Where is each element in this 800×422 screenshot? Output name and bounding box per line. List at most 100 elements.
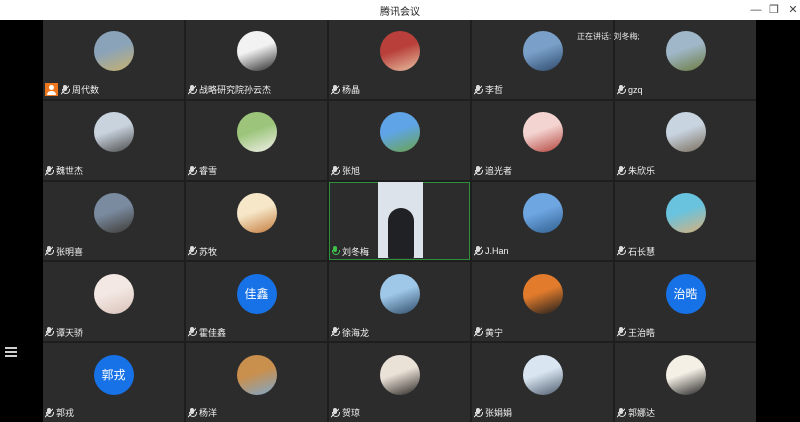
maximize-icon[interactable]: ❐	[766, 2, 782, 18]
mic-muted-icon	[474, 246, 483, 257]
participant-label: 杨洋	[188, 406, 217, 420]
participant-label: 睿雪	[188, 164, 217, 178]
participant-tile[interactable]: 徐海龙	[329, 262, 470, 342]
mic-muted-icon	[617, 165, 626, 176]
participant-tile[interactable]: 张娟娟	[472, 343, 613, 422]
participant-label: J.Han	[474, 244, 509, 258]
participant-name: 周代数	[72, 85, 100, 96]
participant-name: 郭戎	[56, 408, 75, 419]
participant-label: gzq	[617, 83, 643, 97]
avatar	[379, 31, 420, 72]
participant-name: 贺琼	[342, 408, 361, 419]
avatar: 佳鑫	[236, 273, 277, 314]
host-icon	[45, 83, 58, 97]
participant-label: 石长慧	[617, 244, 655, 258]
participant-tile[interactable]: J.Han	[472, 181, 613, 261]
participant-name: 徐海龙	[342, 327, 370, 338]
participant-tile[interactable]: 魏世杰	[43, 100, 184, 180]
participant-label: 黄宁	[474, 325, 503, 339]
avatar	[236, 354, 277, 395]
participant-name: gzq	[628, 84, 643, 95]
participant-label: 朱欣乐	[617, 164, 655, 178]
avatar	[379, 354, 420, 395]
participant-tile[interactable]: 黄宁	[472, 262, 613, 342]
participant-label: 张明喜	[45, 244, 83, 258]
participant-name: 王治晧	[628, 327, 656, 338]
avatar	[665, 192, 706, 233]
mic-muted-icon	[331, 165, 340, 176]
participant-video	[377, 181, 423, 259]
participant-tile[interactable]: 治晧王治晧	[615, 262, 756, 342]
participant-tile[interactable]: 睿雪	[186, 100, 327, 180]
avatar	[522, 31, 563, 72]
mic-muted-icon	[45, 407, 54, 418]
participant-tile[interactable]: 佳鑫霍佳鑫	[186, 262, 327, 342]
avatar	[522, 273, 563, 314]
participant-tile[interactable]: 杨晶	[329, 20, 470, 99]
mic-muted-icon	[45, 246, 54, 257]
participant-label: 战略研究院孙云杰	[188, 83, 271, 97]
participant-label: 贺琼	[331, 406, 360, 420]
participant-name: 朱欣乐	[628, 166, 656, 177]
participant-tile[interactable]: 战略研究院孙云杰	[186, 20, 327, 99]
close-icon[interactable]: ✕	[785, 2, 800, 18]
speaking-indicator: 正在讲话: 刘冬梅;	[577, 32, 640, 41]
participant-tile[interactable]: 郭娜达	[615, 343, 756, 422]
participant-label: 郭戎	[45, 406, 74, 420]
mic-muted-icon	[188, 246, 197, 257]
mic-muted-icon	[188, 165, 197, 176]
mic-muted-icon	[617, 246, 626, 257]
mic-muted-icon	[617, 407, 626, 418]
participant-tile[interactable]: 杨洋	[186, 343, 327, 422]
avatar	[93, 273, 134, 314]
participant-name: 张娟娟	[485, 408, 513, 419]
minimize-icon[interactable]: —	[748, 2, 764, 18]
participant-name: 杨洋	[199, 408, 218, 419]
video-person	[387, 207, 414, 259]
participant-name: 石长慧	[628, 246, 656, 257]
participant-name: 张明喜	[56, 246, 84, 257]
participant-tile[interactable]: 石长慧	[615, 181, 756, 261]
participant-tile[interactable]: 谭天骄	[43, 262, 184, 342]
avatar	[665, 31, 706, 72]
participant-tile[interactable]: 贺琼	[329, 343, 470, 422]
participant-name: 李哲	[485, 85, 504, 96]
participant-name: 张旭	[342, 166, 361, 177]
avatar: 治晧	[665, 273, 706, 314]
avatar	[236, 192, 277, 233]
participant-label: 谭天骄	[45, 325, 83, 339]
mic-muted-icon	[188, 327, 197, 338]
participant-name: 霍佳鑫	[199, 327, 227, 338]
avatar	[236, 31, 277, 72]
participant-tile[interactable]: 朱欣乐	[615, 100, 756, 180]
title-bar: 腾讯会议 — ❐ ✕	[0, 0, 800, 20]
participant-label: 杨晶	[331, 83, 360, 97]
participant-tile[interactable]: 苏牧	[186, 181, 327, 261]
participant-tile[interactable]: 追光者	[472, 100, 613, 180]
mic-muted-icon	[617, 84, 626, 95]
mic-muted-icon	[474, 84, 483, 95]
participant-grid: 周代数 战略研究院孙云杰 杨晶 李哲 gzq 魏世杰 睿雪 张旭 追光者 朱欣乐张明喜 苏牧 刘冬梅 J…	[43, 20, 756, 422]
avatar	[93, 192, 134, 233]
participant-name: 苏牧	[199, 246, 218, 257]
participant-name: 战略研究院孙云杰	[199, 85, 272, 96]
menu-icon[interactable]	[5, 347, 17, 357]
participant-name: 谭天骄	[56, 327, 84, 338]
meeting-window: 腾讯会议 — ❐ ✕ 周代数 战略研究院孙云杰 杨晶 李哲 gzq 魏世杰 睿雪 张旭 追光者 朱…	[0, 0, 800, 422]
right-panel	[756, 20, 800, 422]
mic-muted-icon	[188, 84, 197, 95]
participant-tile[interactable]: 郭戎 郭戎	[43, 343, 184, 422]
participant-tile[interactable]: 张旭	[329, 100, 470, 180]
avatar: 郭戎	[93, 354, 134, 395]
left-panel	[0, 20, 43, 422]
mic-muted-icon	[331, 407, 340, 418]
window-title: 腾讯会议	[380, 7, 420, 18]
participant-label: 郭娜达	[617, 406, 655, 420]
avatar	[93, 112, 134, 153]
participant-tile[interactable]: 张明喜	[43, 181, 184, 261]
avatar	[522, 192, 563, 233]
participant-tile[interactable]: 刘冬梅	[329, 181, 470, 261]
avatar	[522, 354, 563, 395]
participant-tile[interactable]: 周代数	[43, 20, 184, 99]
avatar	[665, 354, 706, 395]
